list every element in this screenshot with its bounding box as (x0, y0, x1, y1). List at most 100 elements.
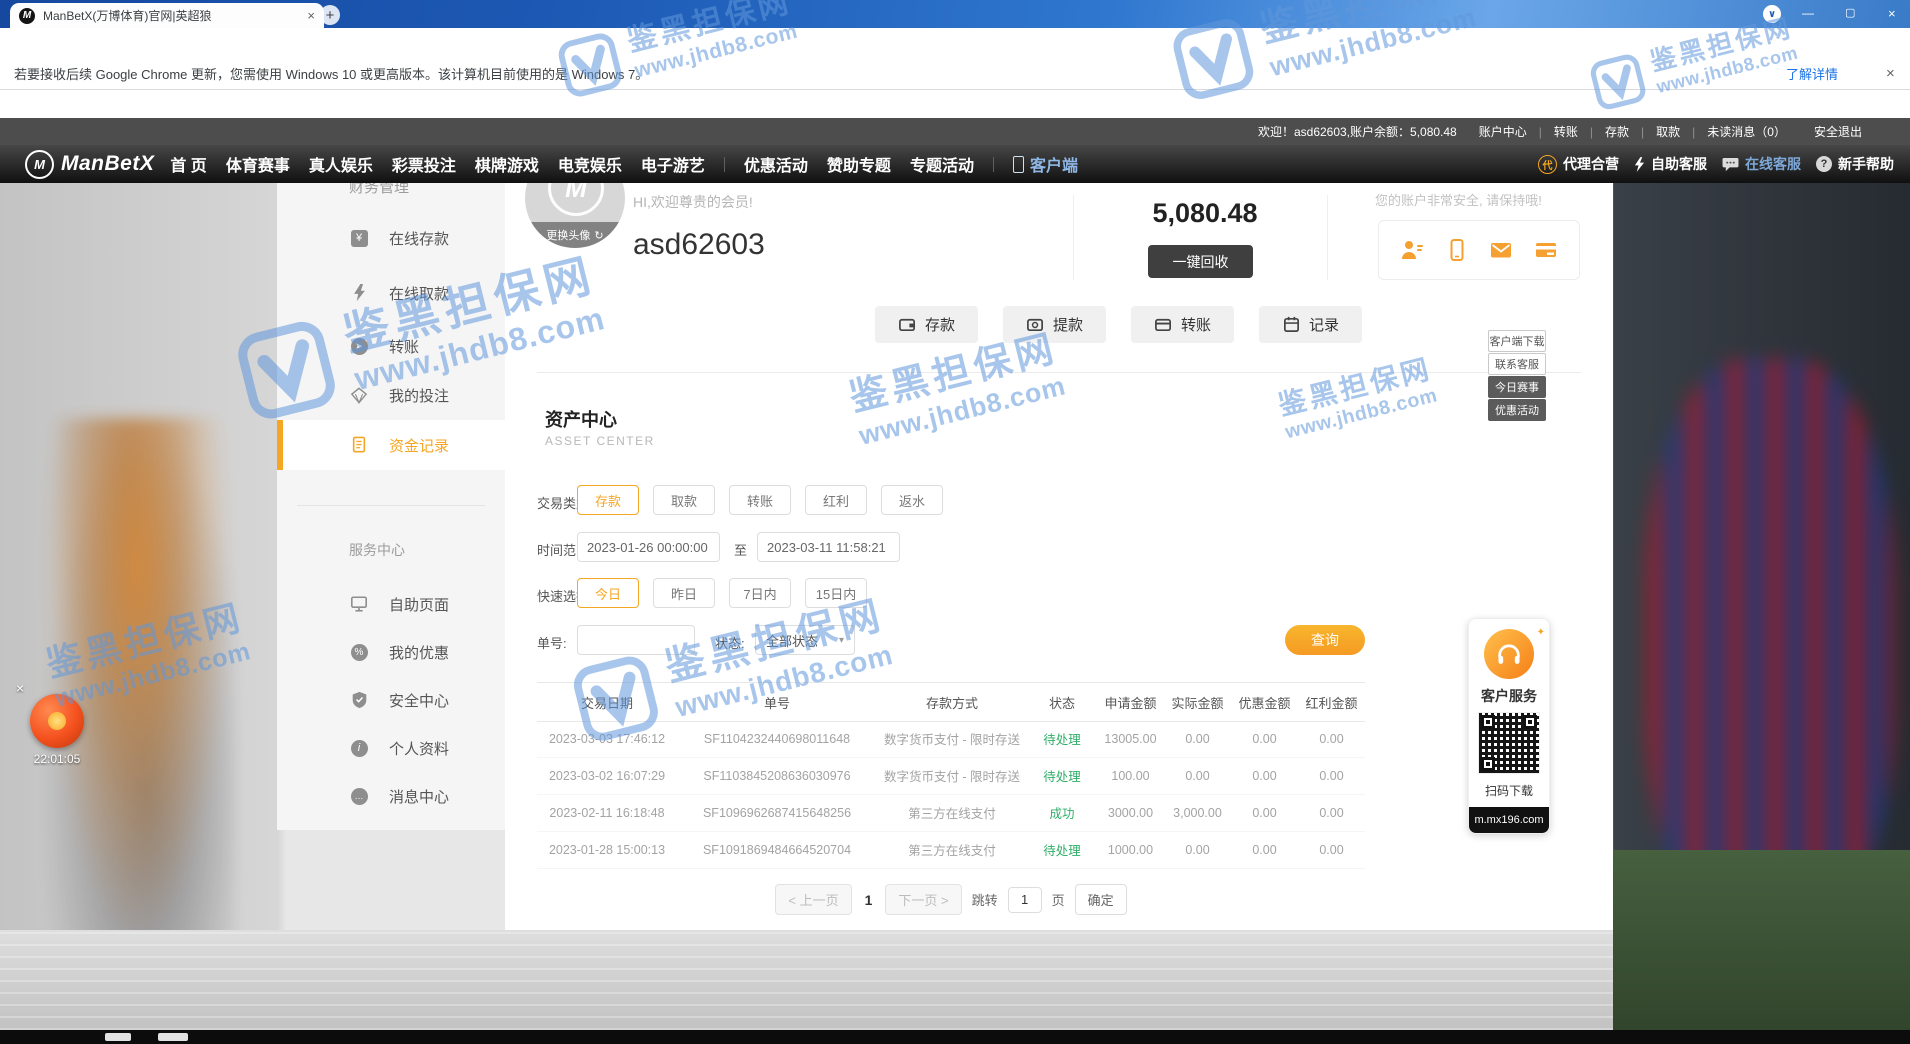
logout-link[interactable]: 安全退出 (1814, 123, 1862, 140)
type-chip-bonus[interactable]: 红利 (805, 485, 867, 515)
sidebar-item-security-center[interactable]: 安全中心 (277, 676, 505, 724)
nav-sports[interactable]: 体育赛事 (226, 152, 290, 176)
nav-board-games[interactable]: 棋牌游戏 (475, 152, 539, 176)
logo-icon: M (25, 150, 54, 179)
taskbar-icon[interactable] (158, 1033, 188, 1041)
tab-search-icon[interactable]: ∨ (1763, 5, 1781, 23)
nav-promotions[interactable]: 优惠活动 (744, 152, 808, 176)
nav-home[interactable]: 首 页 (170, 152, 206, 176)
type-chip-transfer[interactable]: 转账 (729, 485, 791, 515)
nav-right-group: 代 代理合营 自助客服 在线客服 ? 新手帮助 (1538, 154, 1894, 174)
type-chip-deposit[interactable]: 存款 (577, 485, 639, 515)
tab-close-icon[interactable]: × (307, 8, 315, 23)
withdraw-link[interactable]: 取款 (1656, 123, 1680, 140)
sidebar-item-fund-records[interactable]: 资金记录 (277, 420, 505, 470)
sidebar-divider (297, 505, 485, 506)
sidebar-item-self-service[interactable]: 自助页面 (277, 580, 505, 628)
sidebar-item-online-withdraw[interactable]: 在线取款 (277, 269, 505, 317)
search-button[interactable]: 查询 (1285, 625, 1365, 655)
status-select[interactable]: 全部状态 ▾ (755, 625, 855, 655)
separator: | (1539, 125, 1542, 139)
promotions-tab[interactable]: 优惠活动 (1488, 399, 1546, 421)
date-from-input[interactable] (577, 532, 720, 562)
qr-marker (1481, 757, 1495, 771)
nav-client-app[interactable]: 客户端 (1013, 152, 1078, 176)
taskbar-icon[interactable] (105, 1033, 131, 1041)
promo-close-icon[interactable]: × (16, 680, 24, 696)
notice-close-icon[interactable]: × (1886, 65, 1895, 82)
notice-text: 若要接收后续 Google Chrome 更新，您需使用 Windows 10 … (14, 64, 648, 83)
security-icons-box (1378, 220, 1580, 280)
date-to-input[interactable] (757, 532, 900, 562)
quick-chip-yesterday[interactable]: 昨日 (653, 578, 715, 608)
contact-service-tab[interactable]: 联系客服 (1488, 353, 1546, 375)
nav-live-casino[interactable]: 真人娱乐 (309, 152, 373, 176)
sidebar-item-personal-info[interactable]: i 个人资料 (277, 724, 505, 772)
nav-help[interactable]: ? 新手帮助 (1816, 154, 1894, 174)
change-avatar-button[interactable]: 更换头像 ↻ (525, 222, 625, 248)
jump-page-input[interactable] (1008, 887, 1042, 913)
mail-icon[interactable] (1489, 238, 1513, 262)
client-download-tab[interactable]: 客户端下载 (1488, 330, 1546, 352)
chevron-down-icon: ▾ (839, 635, 844, 646)
headset-icon[interactable] (1484, 629, 1534, 679)
new-tab-button[interactable]: + (320, 5, 340, 25)
welcome-balance-text: 欢迎！asd62603,账户余额：5,080.48 (1258, 123, 1457, 140)
transfer-button[interactable]: 转账 (1131, 306, 1234, 343)
current-page: 1 (865, 892, 873, 908)
sidebar-item-transfer[interactable]: ➤ 转账 (277, 322, 505, 370)
browser-tab[interactable]: M ManBetX(万博体育)官网|英超狼 × (10, 3, 324, 28)
nav-special-events[interactable]: 专题活动 (910, 152, 974, 176)
order-filter-label: 单号: (537, 633, 567, 652)
deposit-button[interactable]: 存款 (875, 306, 978, 343)
next-page-button[interactable]: 下一页 > (885, 884, 961, 915)
type-chip-rebate[interactable]: 返水 (881, 485, 943, 515)
nav-sponsorship[interactable]: 赞助专题 (827, 152, 891, 176)
browser-toolbar: ← → ↻ cn.mebetx65.com/wallet/record ☆ ⋮ (0, 28, 1910, 58)
service-title: 客户服务 (1481, 686, 1537, 706)
quick-chip-today[interactable]: 今日 (577, 578, 639, 608)
sidebar-item-online-deposit[interactable]: ¥ 在线存款 (277, 214, 505, 262)
sidebar-item-message-center[interactable]: … 消息中心 (277, 772, 505, 820)
site-logo[interactable]: M ManBetX (25, 150, 154, 179)
quick-chip-15days[interactable]: 15日内 (805, 578, 867, 608)
security-tip: 您的账户非常安全, 请保持哦! (1375, 190, 1542, 209)
jump-label: 跳转 (972, 890, 998, 909)
learn-more-link[interactable]: 了解详情 (1786, 64, 1838, 83)
window-close-button[interactable]: × (1888, 6, 1896, 21)
person-icon[interactable] (1400, 238, 1424, 262)
background-stadium (0, 930, 1613, 1030)
window-maximize-button[interactable]: ▢ (1845, 6, 1855, 19)
nav-self-service[interactable]: 自助客服 (1634, 154, 1707, 174)
sidebar-item-my-bets[interactable]: 我的投注 (277, 371, 505, 419)
nav-esports[interactable]: 电竞娱乐 (558, 152, 622, 176)
separator: | (1641, 125, 1644, 139)
lightning-icon (1634, 157, 1645, 172)
nav-slots[interactable]: 电子游艺 (641, 152, 705, 176)
unread-messages-link[interactable]: 未读消息（0） (1707, 123, 1786, 140)
prev-page-button[interactable]: < 上一页 (775, 884, 851, 915)
card-icon (1154, 315, 1173, 334)
promo-red-packet[interactable] (30, 694, 84, 748)
withdraw-button[interactable]: 提款 (1003, 306, 1106, 343)
records-button[interactable]: 记录 (1259, 306, 1362, 343)
bank-card-icon[interactable] (1534, 238, 1558, 262)
monitor-icon (349, 595, 369, 613)
order-number-input[interactable] (577, 625, 695, 655)
one-key-recycle-button[interactable]: 一键回收 (1148, 245, 1253, 278)
confirm-button[interactable]: 确定 (1075, 884, 1127, 915)
account-center-link[interactable]: 账户中心 (1479, 123, 1527, 140)
sidebar-item-my-promotions[interactable]: % 我的优惠 (277, 628, 505, 676)
nav-agent[interactable]: 代 代理合营 (1538, 154, 1619, 174)
wallet-coin-icon (1026, 315, 1045, 334)
quick-chip-7days[interactable]: 7日内 (729, 578, 791, 608)
nav-lottery[interactable]: 彩票投注 (392, 152, 456, 176)
type-chip-withdraw[interactable]: 取款 (653, 485, 715, 515)
mobile-icon[interactable] (1445, 238, 1469, 262)
deposit-link[interactable]: 存款 (1605, 123, 1629, 140)
today-matches-tab[interactable]: 今日赛事 (1488, 376, 1546, 398)
transfer-link[interactable]: 转账 (1554, 123, 1578, 140)
nav-online-service[interactable]: 在线客服 (1722, 154, 1801, 174)
window-minimize-button[interactable]: — (1802, 6, 1814, 20)
message-icon: … (349, 788, 369, 805)
